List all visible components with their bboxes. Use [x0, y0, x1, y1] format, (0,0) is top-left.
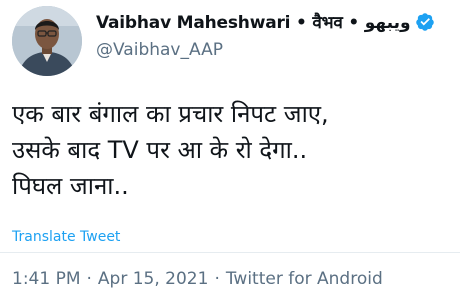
meta-separator: · — [86, 269, 92, 289]
author-name-row[interactable]: Vaibhav Maheshwari • वैभव • ویبھو — [96, 10, 435, 33]
meta-separator: · — [214, 269, 220, 289]
tweet-line: एक बार बंगाल का प्रचार निपट जाए, — [12, 100, 329, 128]
author-display-name[interactable]: Vaibhav Maheshwari • वैभव • ویبھو — [96, 10, 411, 33]
verified-badge-icon — [415, 12, 434, 31]
divider — [0, 252, 460, 253]
translate-tweet-link[interactable]: Translate Tweet — [12, 229, 120, 245]
tweet-text: एक बार बंगाल का प्रचार निपट जाए, उसके बा… — [12, 96, 452, 204]
tweet-date[interactable]: Apr 15, 2021 — [98, 269, 209, 289]
tweet-metadata: 1:41 PM · Apr 15, 2021 · Twitter for Android — [12, 269, 383, 289]
tweet-line: पिघल जाना.. — [12, 172, 129, 200]
tweet-line: उसके बाद TV पर आ के रो देगा.. — [12, 136, 308, 164]
tweet-source[interactable]: Twitter for Android — [226, 269, 383, 289]
profile-photo — [12, 6, 82, 76]
avatar[interactable] — [12, 6, 82, 76]
tweet-time[interactable]: 1:41 PM — [12, 269, 81, 289]
author-handle[interactable]: @Vaibhav_AAP — [96, 40, 223, 60]
